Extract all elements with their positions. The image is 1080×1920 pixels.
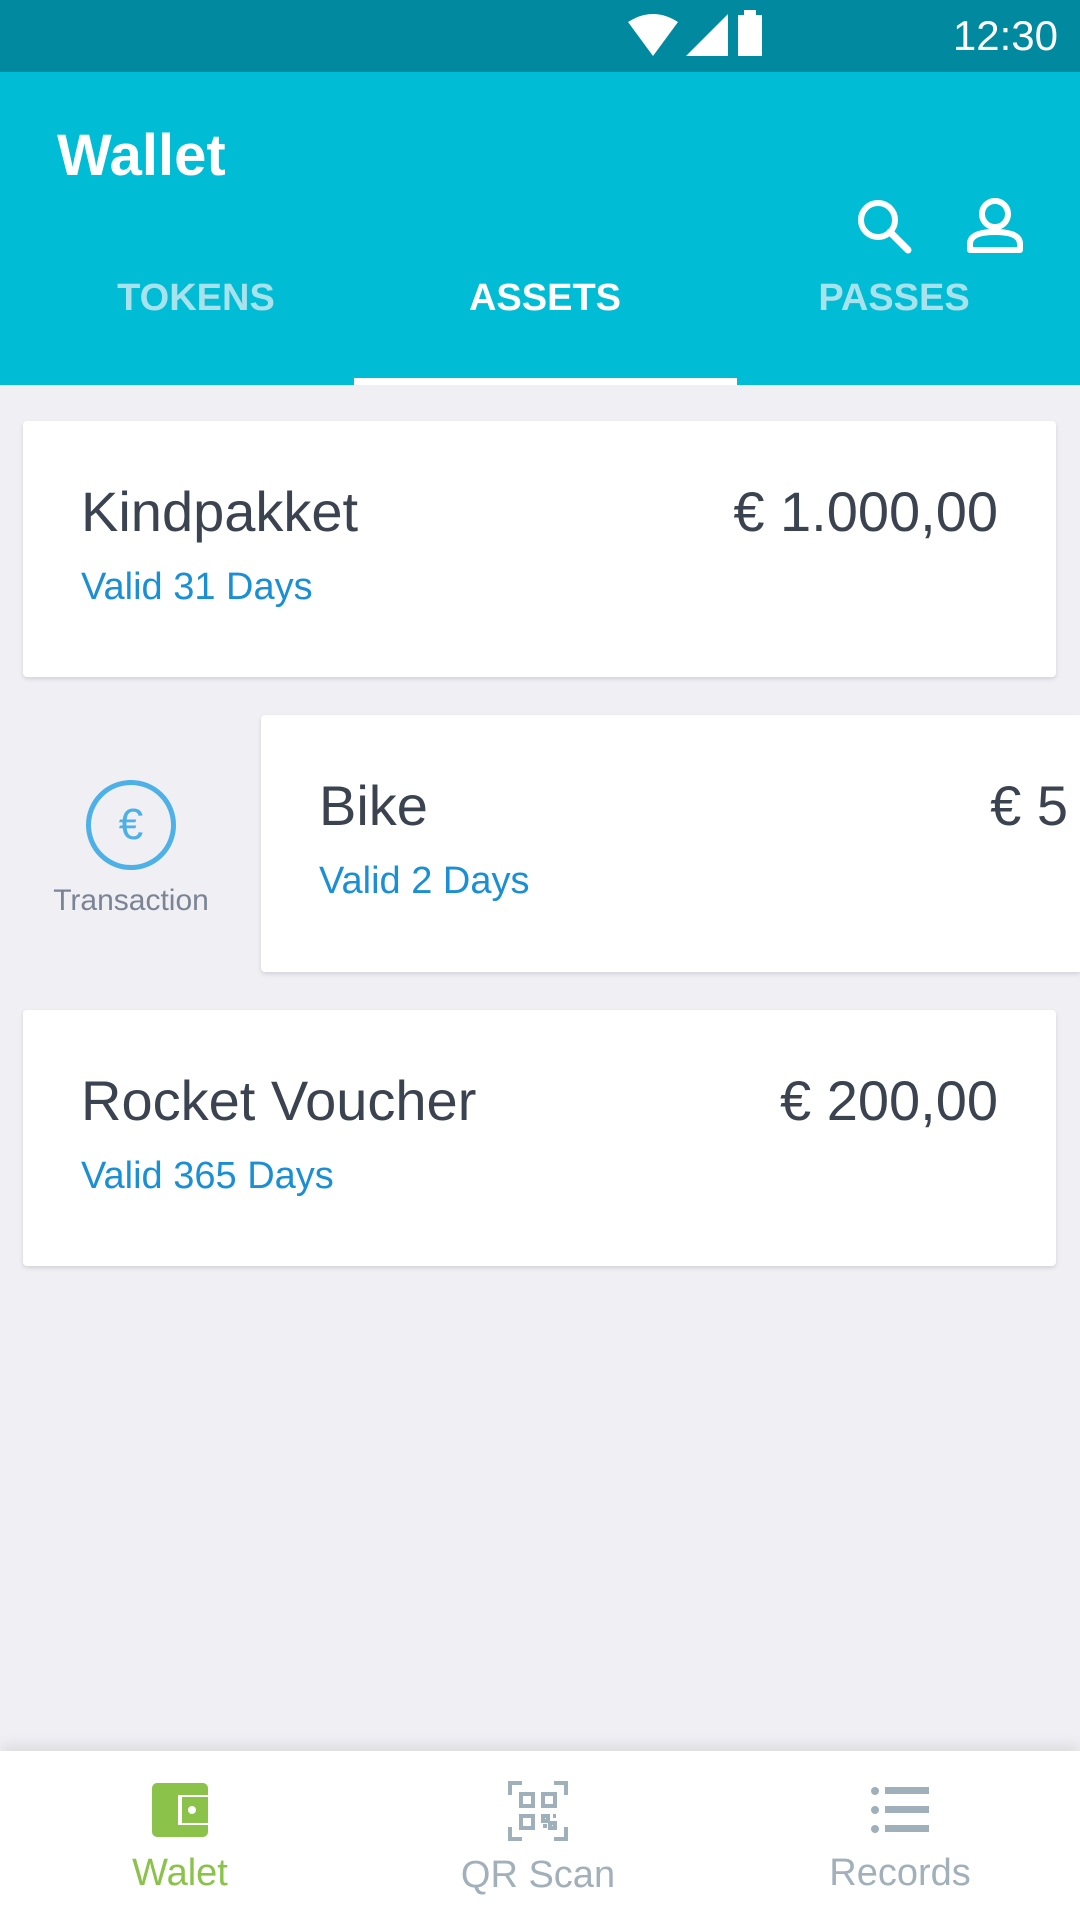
asset-card-rocket-voucher[interactable]: Rocket Voucher € 200,00 Valid 365 Days <box>23 1010 1056 1266</box>
asset-card-kindpakket[interactable]: Kindpakket € 1.000,00 Valid 31 Days <box>23 421 1056 677</box>
asset-amount: € 200,00 <box>780 1069 998 1132</box>
search-icon <box>858 200 912 254</box>
nav-qr-scan[interactable]: QR Scan <box>358 1781 718 1897</box>
wallet-icon <box>152 1783 208 1837</box>
bottom-navigation: Walet QR Scan Records <box>0 1751 1080 1920</box>
tab-tokens[interactable]: TOKENS <box>21 277 371 320</box>
asset-validity: Valid 365 Days <box>81 1155 334 1197</box>
nav-wallet[interactable]: Walet <box>0 1781 360 1895</box>
search-button[interactable] <box>850 192 920 262</box>
app-bar: Wallet TOKENS ASSETS PASSES <box>0 72 1080 385</box>
asset-validity: Valid 2 Days <box>319 860 530 902</box>
signal-icon <box>686 14 728 56</box>
qr-code-icon <box>508 1781 568 1841</box>
person-icon <box>967 198 1023 253</box>
asset-name: Kindpakket <box>81 480 359 543</box>
asset-validity: Valid 31 Days <box>81 566 313 608</box>
tab-indicator <box>354 378 737 385</box>
list-icon <box>871 1787 929 1833</box>
page-title: Wallet <box>57 123 226 188</box>
nav-records-label: Records <box>829 1852 971 1894</box>
asset-name: Rocket Voucher <box>81 1069 477 1132</box>
euro-icon: € <box>86 780 176 870</box>
tab-passes[interactable]: PASSES <box>719 277 1069 320</box>
nav-records[interactable]: Records <box>720 1781 1080 1895</box>
status-bar: 12:30 <box>0 0 1080 72</box>
wifi-icon <box>628 14 678 56</box>
asset-card-bike[interactable]: Bike € 5 Valid 2 Days <box>261 715 1080 972</box>
asset-amount: € 1.000,00 <box>733 480 998 543</box>
clock: 12:30 <box>952 12 1058 59</box>
profile-button[interactable] <box>960 192 1030 262</box>
transaction-action[interactable]: € Transaction <box>20 780 242 918</box>
tab-assets[interactable]: ASSETS <box>370 277 720 320</box>
asset-amount: € 5 <box>990 774 1068 837</box>
transaction-label: Transaction <box>53 884 209 917</box>
battery-icon <box>738 10 762 56</box>
asset-name: Bike <box>319 774 428 837</box>
nav-qr-scan-label: QR Scan <box>460 1854 616 1896</box>
nav-wallet-label: Walet <box>132 1852 228 1894</box>
